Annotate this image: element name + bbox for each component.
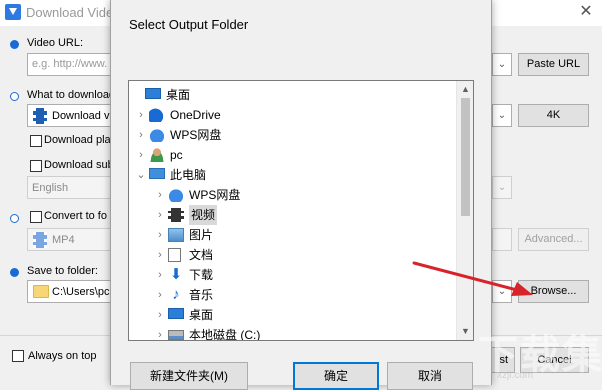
watermark-url: xzji.com — [497, 370, 534, 381]
